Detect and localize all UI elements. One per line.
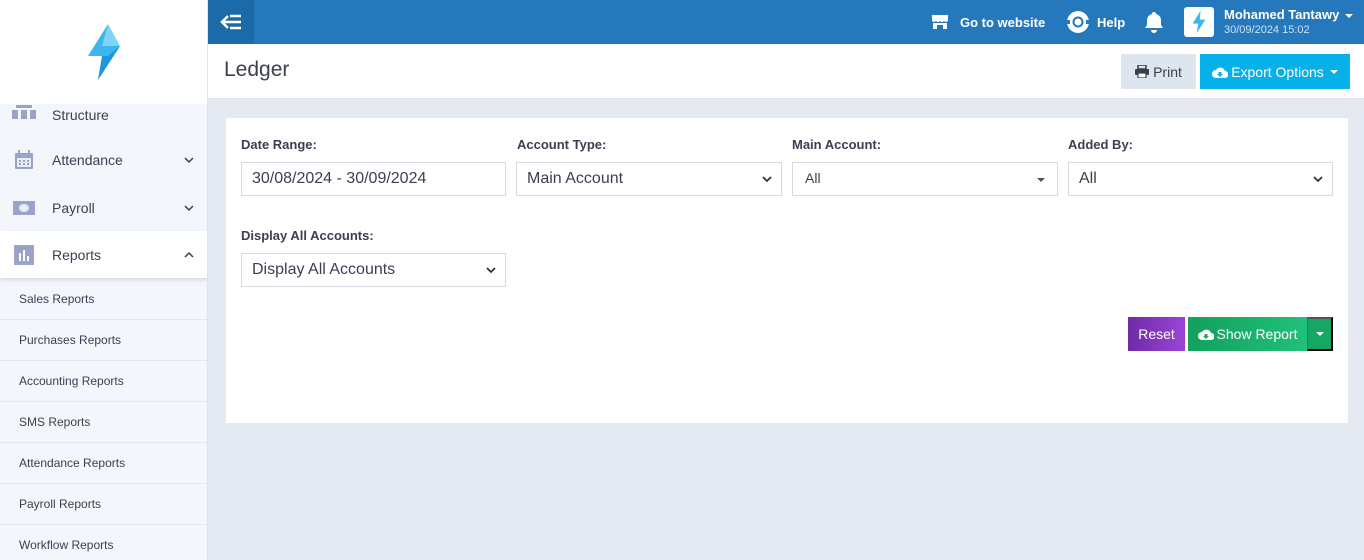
sidebar-subitem-sms-reports[interactable]: SMS Reports — [0, 402, 207, 443]
caret-down-icon — [1345, 13, 1354, 18]
sidebar-item-label: Structure — [52, 107, 109, 123]
chevron-down-icon — [184, 156, 194, 163]
chevron-down-icon — [184, 204, 194, 211]
bolt-avatar-icon — [1192, 10, 1206, 34]
user-datetime: 30/09/2024 15:02 — [1224, 24, 1310, 36]
main-account-select[interactable]: All — [792, 162, 1058, 196]
added-by-label: Added By: — [1068, 137, 1133, 152]
sidebar-subitem-sales-reports[interactable]: Sales Reports — [0, 279, 207, 320]
bar-chart-icon — [12, 244, 36, 265]
sidebar-subitem-accounting-reports[interactable]: Accounting Reports — [0, 361, 207, 402]
user-menu[interactable]: Mohamed Tantawy — [1224, 7, 1354, 22]
cloud-download-icon — [1212, 67, 1229, 78]
bell-icon — [1145, 12, 1163, 33]
lifebuoy-icon — [1066, 11, 1090, 33]
added-by-select[interactable]: All — [1068, 162, 1333, 196]
sidebar: Structure Attendance Payroll Reports Sal… — [0, 0, 208, 560]
org-structure-icon — [12, 102, 36, 122]
sidebar-item-attendance[interactable]: Attendance — [0, 136, 207, 183]
main-account-value: All — [805, 170, 821, 186]
help-link[interactable]: Help — [1066, 0, 1125, 44]
sidebar-item-reports[interactable]: Reports — [0, 231, 207, 278]
bolt-logo-icon — [88, 24, 120, 80]
sidebar-subitem-attendance-reports[interactable]: Attendance Reports — [0, 443, 207, 484]
show-report-dropdown-button[interactable] — [1307, 317, 1333, 351]
date-range-label: Date Range: — [241, 137, 317, 152]
avatar[interactable] — [1184, 7, 1214, 37]
sidebar-item-label: Attendance — [52, 151, 123, 168]
display-all-accounts-select[interactable]: Display All Accounts — [241, 253, 506, 287]
added-by-value: All — [1079, 170, 1097, 187]
reset-button[interactable]: Reset — [1128, 317, 1185, 351]
export-options-label: Export Options — [1231, 63, 1324, 80]
caret-down-icon — [1037, 178, 1045, 182]
go-to-website-label: Go to website — [960, 14, 1046, 30]
calendar-icon — [12, 149, 36, 170]
account-type-select[interactable]: Main Account — [516, 162, 782, 196]
money-icon — [12, 198, 36, 218]
logo[interactable] — [0, 0, 207, 104]
page-title: Ledger — [224, 58, 290, 81]
chevron-down-icon — [762, 176, 772, 183]
page-header: Ledger Print Export Options — [208, 44, 1364, 99]
account-type-value: Main Account — [527, 170, 624, 187]
caret-down-icon — [1315, 332, 1324, 336]
sidebar-subitem-workflow-reports[interactable]: Workflow Reports — [0, 525, 207, 560]
sidebar-subitem-purchases-reports[interactable]: Purchases Reports — [0, 320, 207, 361]
help-label: Help — [1097, 14, 1126, 30]
print-label: Print — [1153, 63, 1182, 80]
display-all-accounts-value: Display All Accounts — [252, 261, 396, 278]
top-navbar: Go to website Help Mohamed Tantawy 30/09… — [208, 0, 1364, 44]
sidebar-item-label: Payroll — [52, 199, 95, 216]
main-account-label: Main Account: — [792, 137, 882, 152]
account-type-label: Account Type: — [517, 137, 607, 152]
sidebar-item-label: Reports — [52, 246, 102, 263]
sidebar-toggle-button[interactable] — [208, 0, 254, 44]
filter-panel: Date Range: 30/08/2024 - 30/09/2024 Acco… — [226, 118, 1348, 423]
chevron-up-icon — [184, 251, 194, 258]
date-range-input[interactable]: 30/08/2024 - 30/09/2024 — [241, 162, 506, 196]
cloud-download-icon — [1197, 329, 1214, 340]
caret-down-icon — [1329, 69, 1338, 74]
arrow-left-menu-icon — [220, 14, 241, 30]
show-report-label: Show Report — [1216, 326, 1298, 342]
go-to-website-link[interactable]: Go to website — [931, 0, 1045, 44]
printer-icon — [1135, 65, 1150, 78]
date-range-value: 30/08/2024 - 30/09/2024 — [252, 170, 427, 187]
print-button[interactable]: Print — [1121, 54, 1196, 89]
export-options-button[interactable]: Export Options — [1200, 54, 1350, 89]
notifications-button[interactable] — [1144, 0, 1164, 44]
chevron-down-icon — [486, 267, 496, 274]
chevron-down-icon — [1313, 176, 1323, 183]
sidebar-subitem-payroll-reports[interactable]: Payroll Reports — [0, 484, 207, 525]
show-report-button[interactable]: Show Report — [1188, 317, 1307, 351]
sidebar-item-payroll[interactable]: Payroll — [0, 184, 207, 231]
user-name: Mohamed Tantawy — [1224, 7, 1340, 22]
store-icon — [932, 15, 948, 29]
display-all-accounts-label: Display All Accounts: — [241, 228, 374, 243]
